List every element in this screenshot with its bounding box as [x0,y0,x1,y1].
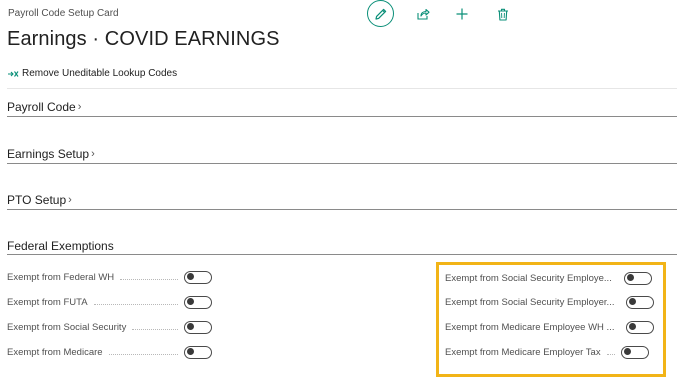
chevron-right-icon: › [68,194,72,206]
toggle-knob [187,348,194,356]
toggle-knob [187,323,194,331]
section-title: Federal Exemptions [7,239,114,253]
page-title: Earnings · COVID EARNINGS [7,28,280,50]
dotted-leader [108,353,178,355]
exempt-medicare-toggle[interactable] [184,345,212,359]
remove-lookup-icon [8,70,19,77]
field-label: Exempt from Federal WH [7,271,115,283]
breadcrumb: Payroll Code Setup Card [8,8,119,19]
highlight-box [436,262,666,377]
section-title: PTO Setup [7,193,67,207]
field-exempt-medicare: Exempt from Medicare [7,345,212,359]
section-rule [7,209,677,210]
section-earnings-setup[interactable]: Earnings Setup › [7,146,677,164]
add-icon [456,8,468,20]
share-button[interactable] [409,0,437,28]
section-title: Earnings Setup [7,147,90,161]
edit-icon [374,8,386,20]
field-exempt-social-security: Exempt from Social Security [7,320,212,334]
section-rule [7,163,677,164]
chevron-right-icon: › [91,148,95,160]
field-exempt-futa: Exempt from FUTA [7,295,212,309]
section-pto-setup[interactable]: PTO Setup › [7,192,677,210]
action-label: Remove Uneditable Lookup Codes [22,68,178,79]
new-button[interactable] [448,0,476,28]
delete-button[interactable] [489,0,517,28]
chevron-right-icon: › [77,101,82,113]
delete-icon [498,8,508,21]
remove-uneditable-lookup-codes-action[interactable]: Remove Uneditable Lookup Codes [7,68,177,79]
field-label: Exempt from Medicare [7,346,103,358]
toggle-knob [187,298,194,306]
section-title: Payroll Code [7,100,76,114]
edit-button[interactable] [367,0,394,27]
section-rule [7,254,677,255]
toggle-knob [187,273,194,281]
field-label: Exempt from FUTA [7,296,88,308]
section-rule [7,116,677,117]
action-divider [7,88,677,89]
dotted-leader [93,303,178,305]
dotted-leader [132,328,178,330]
exempt-social-security-toggle[interactable] [184,320,212,334]
field-label: Exempt from Social Security [7,321,127,333]
section-federal-exemptions[interactable]: Federal Exemptions [7,238,677,255]
dotted-leader [120,278,178,280]
exempt-federal-wh-toggle[interactable] [184,270,212,284]
exempt-futa-toggle[interactable] [184,295,212,309]
share-icon [417,8,430,20]
section-payroll-code[interactable]: Payroll Code › [7,99,677,117]
field-exempt-federal-wh: Exempt from Federal WH [7,270,212,284]
